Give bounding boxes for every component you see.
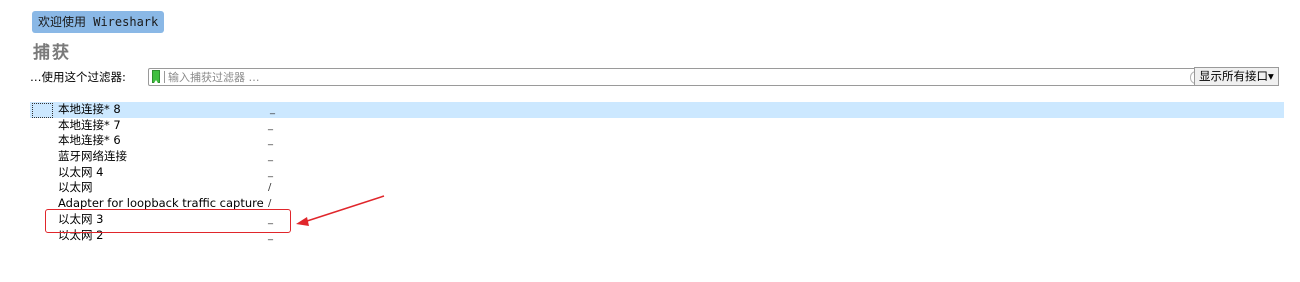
filter-label: …使用这个过滤器:	[30, 70, 126, 84]
interface-row[interactable]: 本地连接* 7 _	[0, 118, 1300, 134]
interface-sparkline: _	[268, 151, 273, 163]
capture-filter-field[interactable]: ▼	[148, 68, 1207, 86]
interface-name: 蓝牙网络连接	[58, 149, 127, 164]
capture-filter-input[interactable]	[168, 69, 1178, 85]
interface-sparkline: _	[268, 166, 273, 178]
capture-filter-row: …使用这个过滤器: ▼ 显示所有接口▾	[30, 67, 1285, 86]
interface-name: 本地连接* 8	[58, 102, 121, 116]
show-all-interfaces-button[interactable]: 显示所有接口▾	[1194, 67, 1279, 86]
interface-row[interactable]: 本地连接* 6 _	[0, 133, 1300, 149]
interface-sparkline: /	[268, 182, 272, 194]
annotation-arrow	[296, 195, 385, 226]
interface-name: 以太网 4	[58, 164, 104, 179]
bookmark-icon[interactable]	[152, 70, 160, 83]
interface-row[interactable]: 蓝牙网络连接 _	[0, 149, 1300, 165]
interface-row[interactable]: 以太网 4 _	[0, 165, 1300, 181]
interface-sparkline: _	[268, 135, 273, 147]
interface-sparkline: _	[270, 104, 275, 115]
annotation-highlight-box	[45, 209, 291, 233]
welcome-banner: 欢迎使用 Wireshark	[32, 11, 165, 33]
interface-name: 本地连接* 7	[58, 117, 121, 132]
interface-row[interactable]: 本地连接* 8 _	[30, 102, 1284, 118]
interface-row[interactable]: 以太网 /	[0, 180, 1300, 196]
interface-name: 本地连接* 6	[58, 133, 121, 148]
capture-section-title: 捕获	[33, 43, 71, 63]
filter-divider	[164, 71, 165, 83]
interface-sparkline: _	[268, 119, 273, 131]
focus-indicator	[32, 103, 53, 118]
interface-name: 以太网	[58, 180, 93, 195]
